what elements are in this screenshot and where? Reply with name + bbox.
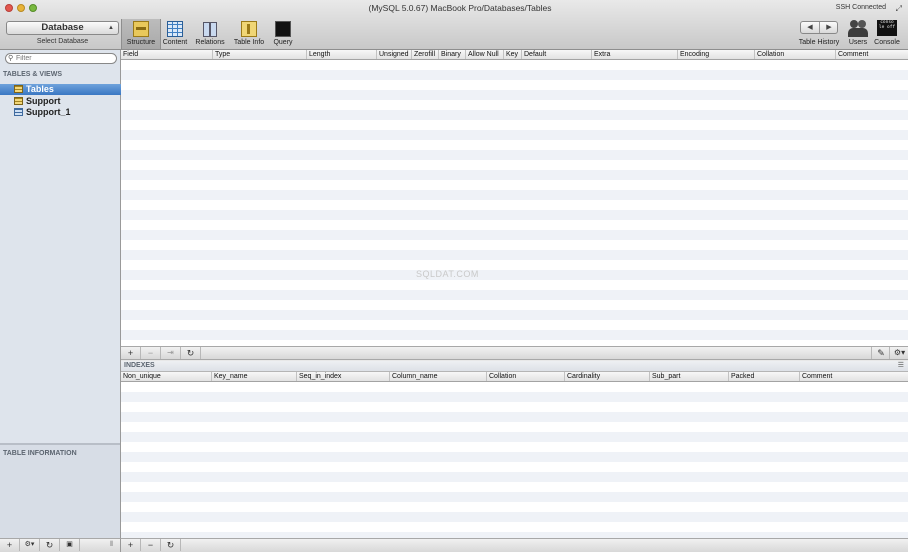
window-toolbar: (MySQL 5.0.67) MacBook Pro/Databases/Tab…	[0, 0, 908, 50]
window-title: (MySQL 5.0.67) MacBook Pro/Databases/Tab…	[368, 3, 552, 13]
database-select-caption: Select Database	[36, 38, 89, 45]
column-header[interactable]: Unsigned	[377, 50, 412, 59]
tables-views-heading: TABLES & VIEWS	[3, 71, 62, 78]
column-header[interactable]: Allow Null	[466, 50, 504, 59]
column-header[interactable]: Cardinality	[565, 372, 650, 381]
sidebar-item-label: Tables	[26, 84, 54, 94]
content-icon	[167, 21, 183, 37]
ssh-status: SSH Connected	[835, 4, 886, 11]
column-header[interactable]: Binary	[439, 50, 466, 59]
refresh-structure-button[interactable]: ↻	[181, 347, 201, 359]
console-label: Console	[874, 39, 900, 46]
indexes-title: INDEXES	[124, 362, 155, 369]
column-header[interactable]: Field	[121, 50, 213, 59]
column-header[interactable]: Comment	[836, 50, 908, 59]
fullscreen-icon[interactable]: ⤢	[896, 4, 902, 14]
updown-chevron-icon: ▲	[108, 25, 114, 31]
table-information-panel: TABLE INFORMATION	[0, 445, 120, 538]
view-icon	[14, 108, 23, 116]
column-header[interactable]: Length	[307, 50, 377, 59]
column-header[interactable]: Encoding	[678, 50, 755, 59]
resize-handle-icon[interactable]: ⦀	[110, 539, 113, 551]
sidebar-item-label: Support_1	[26, 107, 71, 117]
console-icon[interactable]: conso le off	[877, 20, 897, 36]
structure-action-bar: + − ⇥ ↻ ✎ ⚙▾	[121, 346, 908, 360]
history-forward-button[interactable]: ▶	[820, 22, 838, 33]
query-button[interactable]: Query	[263, 19, 303, 49]
indexes-action-bar: + − ↻	[121, 538, 908, 552]
indexes-table-body[interactable]	[121, 382, 908, 538]
table-info-toggle-button[interactable]: ▣	[60, 539, 80, 551]
filter-field[interactable]: ⚲	[5, 53, 117, 64]
remove-index-button[interactable]: −	[141, 539, 161, 551]
content-button[interactable]: Content	[155, 19, 195, 49]
table-icon	[14, 85, 23, 93]
column-header[interactable]: Non_unique	[121, 372, 212, 381]
column-header[interactable]: Key	[504, 50, 522, 59]
close-window-button[interactable]	[5, 4, 13, 12]
column-header[interactable]: Collation	[487, 372, 565, 381]
gear-menu-button[interactable]: ⚙▾	[20, 539, 40, 551]
edit-pencil-icon[interactable]: ✎	[871, 347, 890, 359]
filter-input[interactable]	[16, 54, 112, 63]
column-header[interactable]: Zerofill	[412, 50, 439, 59]
relations-icon	[202, 21, 218, 37]
relations-label: Relations	[195, 39, 225, 46]
structure-table: Field Type Length Unsigned Zerofill Bina…	[121, 50, 908, 346]
refresh-tables-button[interactable]: ↻	[40, 539, 60, 551]
column-header[interactable]: Sub_part	[650, 372, 729, 381]
query-icon	[275, 21, 291, 37]
sidebar-item-tables[interactable]: Tables	[0, 84, 121, 95]
sidebar-item-support[interactable]: Support	[0, 96, 121, 107]
users-label: Users	[848, 39, 868, 46]
column-header[interactable]: Type	[213, 50, 307, 59]
table-history-label: Table History	[798, 39, 840, 46]
database-select-label: Database	[41, 22, 84, 33]
column-header[interactable]: Collation	[755, 50, 836, 59]
indexes-table-header: Non_unique Key_name Seq_in_index Column_…	[121, 372, 908, 382]
table-history-control: ◀ ▶	[800, 21, 838, 34]
history-back-button[interactable]: ◀	[801, 22, 819, 33]
content-label: Content	[162, 39, 188, 46]
remove-field-button[interactable]: −	[141, 347, 161, 359]
table-icon	[14, 97, 23, 105]
duplicate-field-button[interactable]: ⇥	[161, 347, 181, 359]
add-index-button[interactable]: +	[121, 539, 141, 551]
gear-icon[interactable]: ⚙▾	[889, 347, 908, 359]
sidebar-bottom-bar: + ⚙▾ ↻ ▣ ⦀	[0, 538, 121, 552]
table-information-heading: TABLE INFORMATION	[3, 450, 77, 457]
column-header[interactable]: Default	[522, 50, 592, 59]
users-icon[interactable]	[848, 19, 868, 37]
column-header[interactable]: Key_name	[212, 372, 297, 381]
refresh-indexes-button[interactable]: ↻	[161, 539, 181, 551]
watermark: SQLDAT.COM	[416, 269, 479, 279]
structure-icon	[133, 21, 149, 37]
relations-button[interactable]: Relations	[190, 19, 230, 49]
column-header[interactable]: Packed	[729, 372, 800, 381]
sidebar: ⚲ TABLES & VIEWS Tables Support Support_…	[0, 50, 121, 538]
minimize-window-button[interactable]	[17, 4, 25, 12]
indexes-header: INDEXES ☰	[121, 361, 908, 372]
sidebar-item-support-1[interactable]: Support_1	[0, 107, 121, 118]
search-icon: ⚲	[8, 55, 14, 62]
add-table-button[interactable]: +	[0, 539, 20, 551]
structure-table-header: Field Type Length Unsigned Zerofill Bina…	[121, 50, 908, 60]
zoom-window-button[interactable]	[29, 4, 37, 12]
database-select[interactable]: Database ▲	[6, 21, 119, 35]
menu-icon[interactable]: ☰	[898, 361, 904, 371]
sidebar-item-label: Support	[26, 96, 61, 106]
column-header[interactable]: Column_name	[390, 372, 487, 381]
column-header[interactable]: Seq_in_index	[297, 372, 390, 381]
indexes-table: Non_unique Key_name Seq_in_index Column_…	[121, 372, 908, 538]
table-info-icon	[241, 21, 257, 37]
query-label: Query	[273, 39, 293, 46]
column-header[interactable]: Comment	[800, 372, 908, 381]
structure-table-body[interactable]	[121, 60, 908, 346]
column-header[interactable]: Extra	[592, 50, 678, 59]
add-field-button[interactable]: +	[121, 347, 141, 359]
